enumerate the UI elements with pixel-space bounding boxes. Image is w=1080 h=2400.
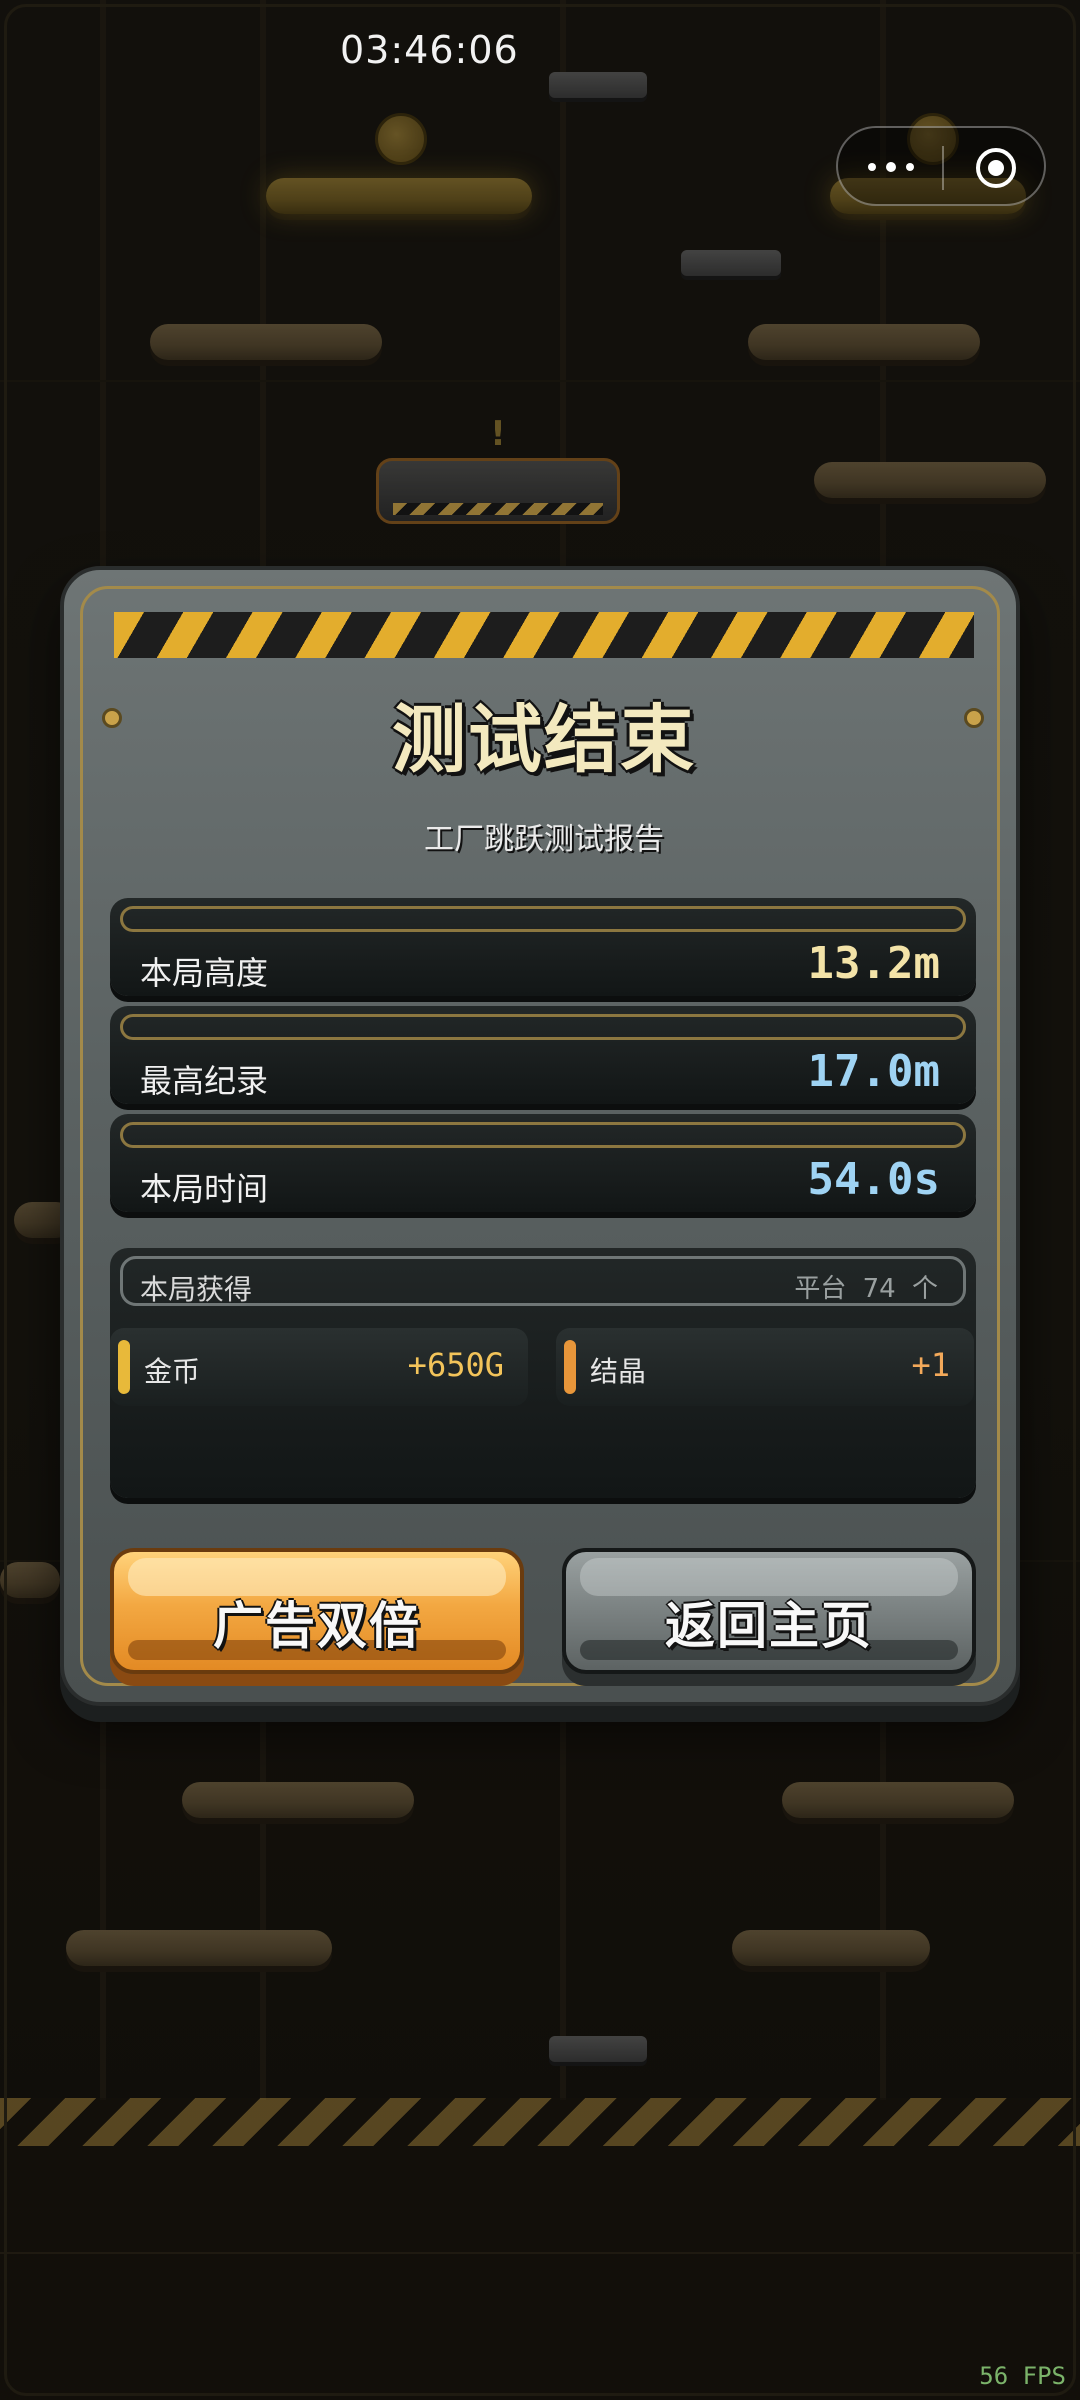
stat-row-record: 最高纪录 17.0m bbox=[110, 1006, 976, 1104]
stat-value: 17.0m bbox=[807, 1046, 940, 1097]
status-clock: 03:46:06 bbox=[340, 28, 519, 72]
stat-row-height: 本局高度 13.2m bbox=[110, 898, 976, 996]
earning-amount: +1 bbox=[911, 1346, 950, 1384]
earning-item-crystal: 结晶 +1 bbox=[556, 1328, 974, 1406]
platform-count-unit: 个 bbox=[911, 1274, 938, 1304]
stat-value: 54.0s bbox=[807, 1154, 940, 1205]
ad-double-label: 广告双倍 bbox=[213, 1597, 421, 1655]
earnings-panel: 本局获得 平台 74 个 金币 +650G 结晶 +1 bbox=[110, 1248, 976, 1498]
hazard-stripe-banner bbox=[114, 612, 974, 658]
game-over-dialog: 测试结束 工厂跳跃测试报告 本局高度 13.2m 最高纪录 17.0m 本局时间… bbox=[60, 566, 1020, 1706]
stat-row-time: 本局时间 54.0s bbox=[110, 1114, 976, 1212]
platform-count: 平台 74 个 bbox=[786, 1268, 938, 1305]
return-home-button[interactable]: 返回主页 bbox=[562, 1548, 976, 1674]
gold-accent bbox=[118, 1340, 130, 1394]
return-home-label: 返回主页 bbox=[665, 1597, 873, 1655]
platform-count-value: 74 bbox=[862, 1274, 896, 1304]
stat-label: 最高纪录 bbox=[140, 1062, 269, 1100]
stat-label: 本局时间 bbox=[140, 1170, 269, 1208]
earnings-title: 本局获得 bbox=[140, 1273, 253, 1306]
target-circle-icon[interactable] bbox=[972, 144, 1020, 192]
dialog-subtitle: 工厂跳跃测试报告 bbox=[424, 822, 664, 857]
earning-item-gold: 金币 +650G bbox=[110, 1328, 528, 1406]
dialog-title: 测试结束 bbox=[392, 697, 696, 783]
ad-double-button[interactable]: 广告双倍 bbox=[110, 1548, 524, 1674]
stat-value: 13.2m bbox=[807, 938, 940, 989]
earning-amount: +650G bbox=[407, 1346, 504, 1384]
fps-counter: 56 FPS bbox=[979, 2362, 1066, 2390]
mini-program-capsule bbox=[836, 126, 1046, 206]
stat-label: 本局高度 bbox=[140, 954, 269, 992]
more-dots-icon[interactable] bbox=[864, 150, 924, 186]
earning-name: 结晶 bbox=[590, 1355, 647, 1388]
platform-count-label: 平台 bbox=[794, 1274, 847, 1304]
earning-name: 金币 bbox=[144, 1355, 201, 1388]
crystal-accent bbox=[564, 1340, 576, 1394]
